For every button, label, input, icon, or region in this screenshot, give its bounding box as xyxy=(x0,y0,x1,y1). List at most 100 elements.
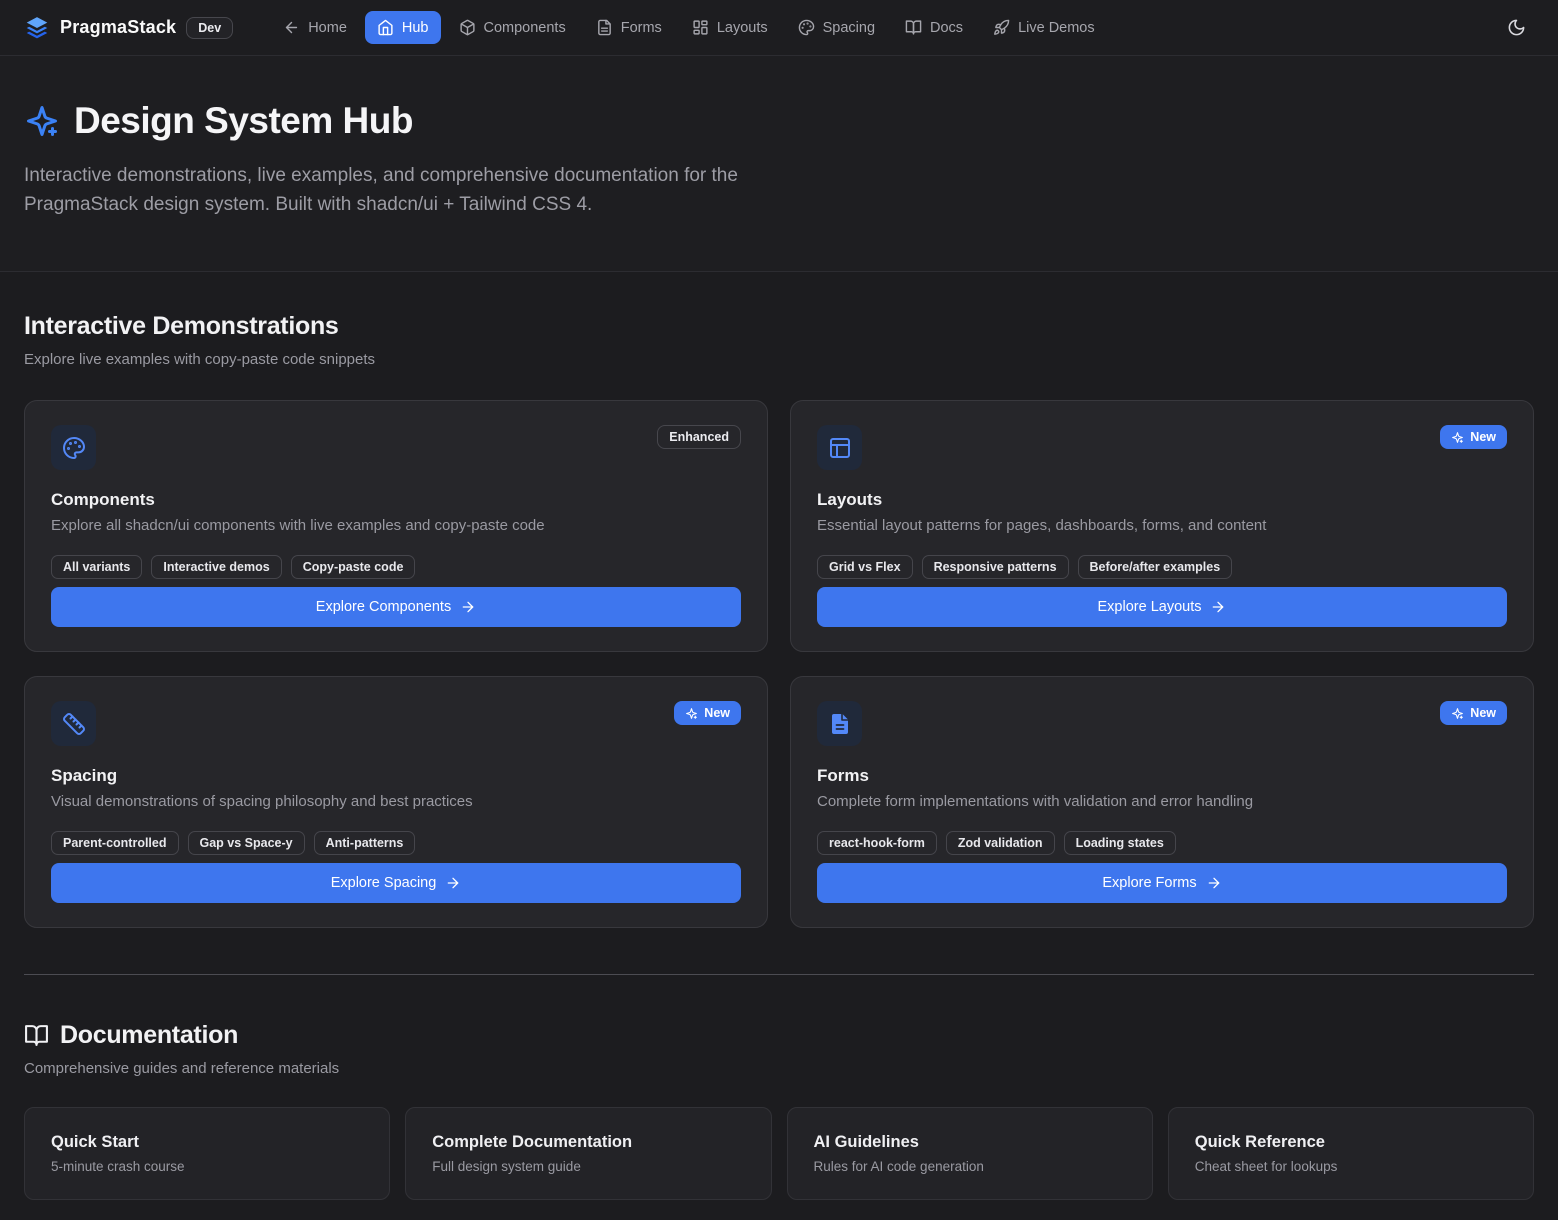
top-nav: PragmaStack Dev Home Hub Components Fo xyxy=(0,0,1558,56)
card-description: Essential layout patterns for pages, das… xyxy=(817,517,1507,534)
docs-card-grid: Quick Start 5-minute crash course Comple… xyxy=(24,1107,1534,1200)
tag: Before/after examples xyxy=(1078,555,1233,579)
demo-card-grid: Enhanced Components Explore all shadcn/u… xyxy=(24,400,1534,928)
doc-card-title: Quick Reference xyxy=(1195,1133,1507,1152)
nav-item-layouts[interactable]: Layouts xyxy=(680,11,780,44)
nav-label-layouts: Layouts xyxy=(717,20,768,36)
nav-label-spacing: Spacing xyxy=(823,20,875,36)
moon-icon xyxy=(1507,18,1526,37)
dev-badge: Dev xyxy=(186,17,233,39)
card-title: Layouts xyxy=(817,490,1507,510)
badge-label: New xyxy=(1470,430,1496,444)
sparkles-icon xyxy=(1451,431,1464,444)
layers-logo-icon xyxy=(24,15,50,41)
arrow-left-icon xyxy=(283,19,300,36)
nav-item-spacing[interactable]: Spacing xyxy=(786,11,887,44)
nav-item-hub[interactable]: Hub xyxy=(365,11,441,44)
tag: Grid vs Flex xyxy=(817,555,913,579)
nav-item-forms[interactable]: Forms xyxy=(584,11,674,44)
new-badge: New xyxy=(1440,701,1507,725)
card-description: Explore all shadcn/ui components with li… xyxy=(51,517,741,534)
card-title: Forms xyxy=(817,766,1507,786)
main-nav: Home Hub Components Forms Layouts xyxy=(271,11,1106,44)
docs-section-header: Documentation xyxy=(24,1021,1534,1050)
theme-toggle-button[interactable] xyxy=(1498,10,1534,46)
arrow-right-icon xyxy=(445,875,461,891)
box-icon xyxy=(459,19,476,36)
explore-forms-button[interactable]: Explore Forms xyxy=(817,863,1507,903)
demo-card-layouts: New Layouts Essential layout patterns fo… xyxy=(790,400,1534,652)
nav-item-home[interactable]: Home xyxy=(271,11,359,44)
doc-card-title: AI Guidelines xyxy=(814,1133,1126,1152)
tag: Copy-paste code xyxy=(291,555,416,579)
demo-card-forms: New Forms Complete form implementations … xyxy=(790,676,1534,928)
nav-label-docs: Docs xyxy=(930,20,963,36)
doc-card-quick-start[interactable]: Quick Start 5-minute crash course xyxy=(24,1107,390,1200)
doc-card-title: Complete Documentation xyxy=(432,1133,744,1152)
doc-card-description: 5-minute crash course xyxy=(51,1159,363,1174)
nav-item-live-demos[interactable]: Live Demos xyxy=(981,11,1107,44)
demo-card-components: Enhanced Components Explore all shadcn/u… xyxy=(24,400,768,652)
nav-item-docs[interactable]: Docs xyxy=(893,11,975,44)
arrow-right-icon xyxy=(460,599,476,615)
home-icon xyxy=(377,19,394,36)
explore-spacing-button[interactable]: Explore Spacing xyxy=(51,863,741,903)
new-badge: New xyxy=(674,701,741,725)
tag: Interactive demos xyxy=(151,555,281,579)
nav-label-hub: Hub xyxy=(402,20,429,36)
tag: Responsive patterns xyxy=(922,555,1069,579)
tag: Loading states xyxy=(1064,831,1176,855)
doc-card-complete-documentation[interactable]: Complete Documentation Full design syste… xyxy=(405,1107,771,1200)
button-label: Explore Components xyxy=(316,599,451,615)
nav-label-live-demos: Live Demos xyxy=(1018,20,1095,36)
panels-top-left-icon xyxy=(817,425,862,470)
tag: Gap vs Space-y xyxy=(188,831,305,855)
docs-section-subtitle: Comprehensive guides and reference mater… xyxy=(24,1060,1534,1077)
docs-section-title: Documentation xyxy=(60,1021,238,1050)
button-label: Explore Forms xyxy=(1102,875,1196,891)
layout-grid-icon xyxy=(692,19,709,36)
new-badge: New xyxy=(1440,425,1507,449)
nav-label-home: Home xyxy=(308,20,347,36)
demo-card-spacing: New Spacing Visual demonstrations of spa… xyxy=(24,676,768,928)
doc-card-quick-reference[interactable]: Quick Reference Cheat sheet for lookups xyxy=(1168,1107,1534,1200)
book-open-icon xyxy=(24,1023,49,1048)
arrow-right-icon xyxy=(1206,875,1222,891)
tag: Parent-controlled xyxy=(51,831,179,855)
card-title: Spacing xyxy=(51,766,741,786)
ruler-icon xyxy=(51,701,96,746)
main-content: Interactive Demonstrations Explore live … xyxy=(0,272,1558,1220)
book-open-icon xyxy=(905,19,922,36)
file-text-icon xyxy=(596,19,613,36)
nav-label-components: Components xyxy=(484,20,566,36)
page-subtitle: Interactive demonstrations, live example… xyxy=(24,162,769,219)
demos-section-subtitle: Explore live examples with copy-paste co… xyxy=(24,351,1534,368)
button-label: Explore Layouts xyxy=(1098,599,1202,615)
tag: react-hook-form xyxy=(817,831,937,855)
file-text-icon xyxy=(817,701,862,746)
tag: All variants xyxy=(51,555,142,579)
sparkles-icon xyxy=(24,103,60,139)
doc-card-title: Quick Start xyxy=(51,1133,363,1152)
doc-card-ai-guidelines[interactable]: AI Guidelines Rules for AI code generati… xyxy=(787,1107,1153,1200)
arrow-right-icon xyxy=(1210,599,1226,615)
page-title: Design System Hub xyxy=(74,100,413,142)
explore-components-button[interactable]: Explore Components xyxy=(51,587,741,627)
hero-section: Design System Hub Interactive demonstrat… xyxy=(0,56,1558,272)
button-label: Explore Spacing xyxy=(331,875,437,891)
explore-layouts-button[interactable]: Explore Layouts xyxy=(817,587,1507,627)
tag: Anti-patterns xyxy=(314,831,416,855)
demos-section-title: Interactive Demonstrations xyxy=(24,312,1534,341)
badge-label: New xyxy=(704,706,730,720)
palette-icon xyxy=(798,19,815,36)
card-description: Complete form implementations with valid… xyxy=(817,793,1507,810)
sparkles-icon xyxy=(1451,707,1464,720)
palette-icon xyxy=(51,425,96,470)
brand[interactable]: PragmaStack Dev xyxy=(24,15,233,41)
sparkles-icon xyxy=(685,707,698,720)
badge-label: New xyxy=(1470,706,1496,720)
doc-card-description: Full design system guide xyxy=(432,1159,744,1174)
card-title: Components xyxy=(51,490,741,510)
card-description: Visual demonstrations of spacing philoso… xyxy=(51,793,741,810)
nav-item-components[interactable]: Components xyxy=(447,11,578,44)
